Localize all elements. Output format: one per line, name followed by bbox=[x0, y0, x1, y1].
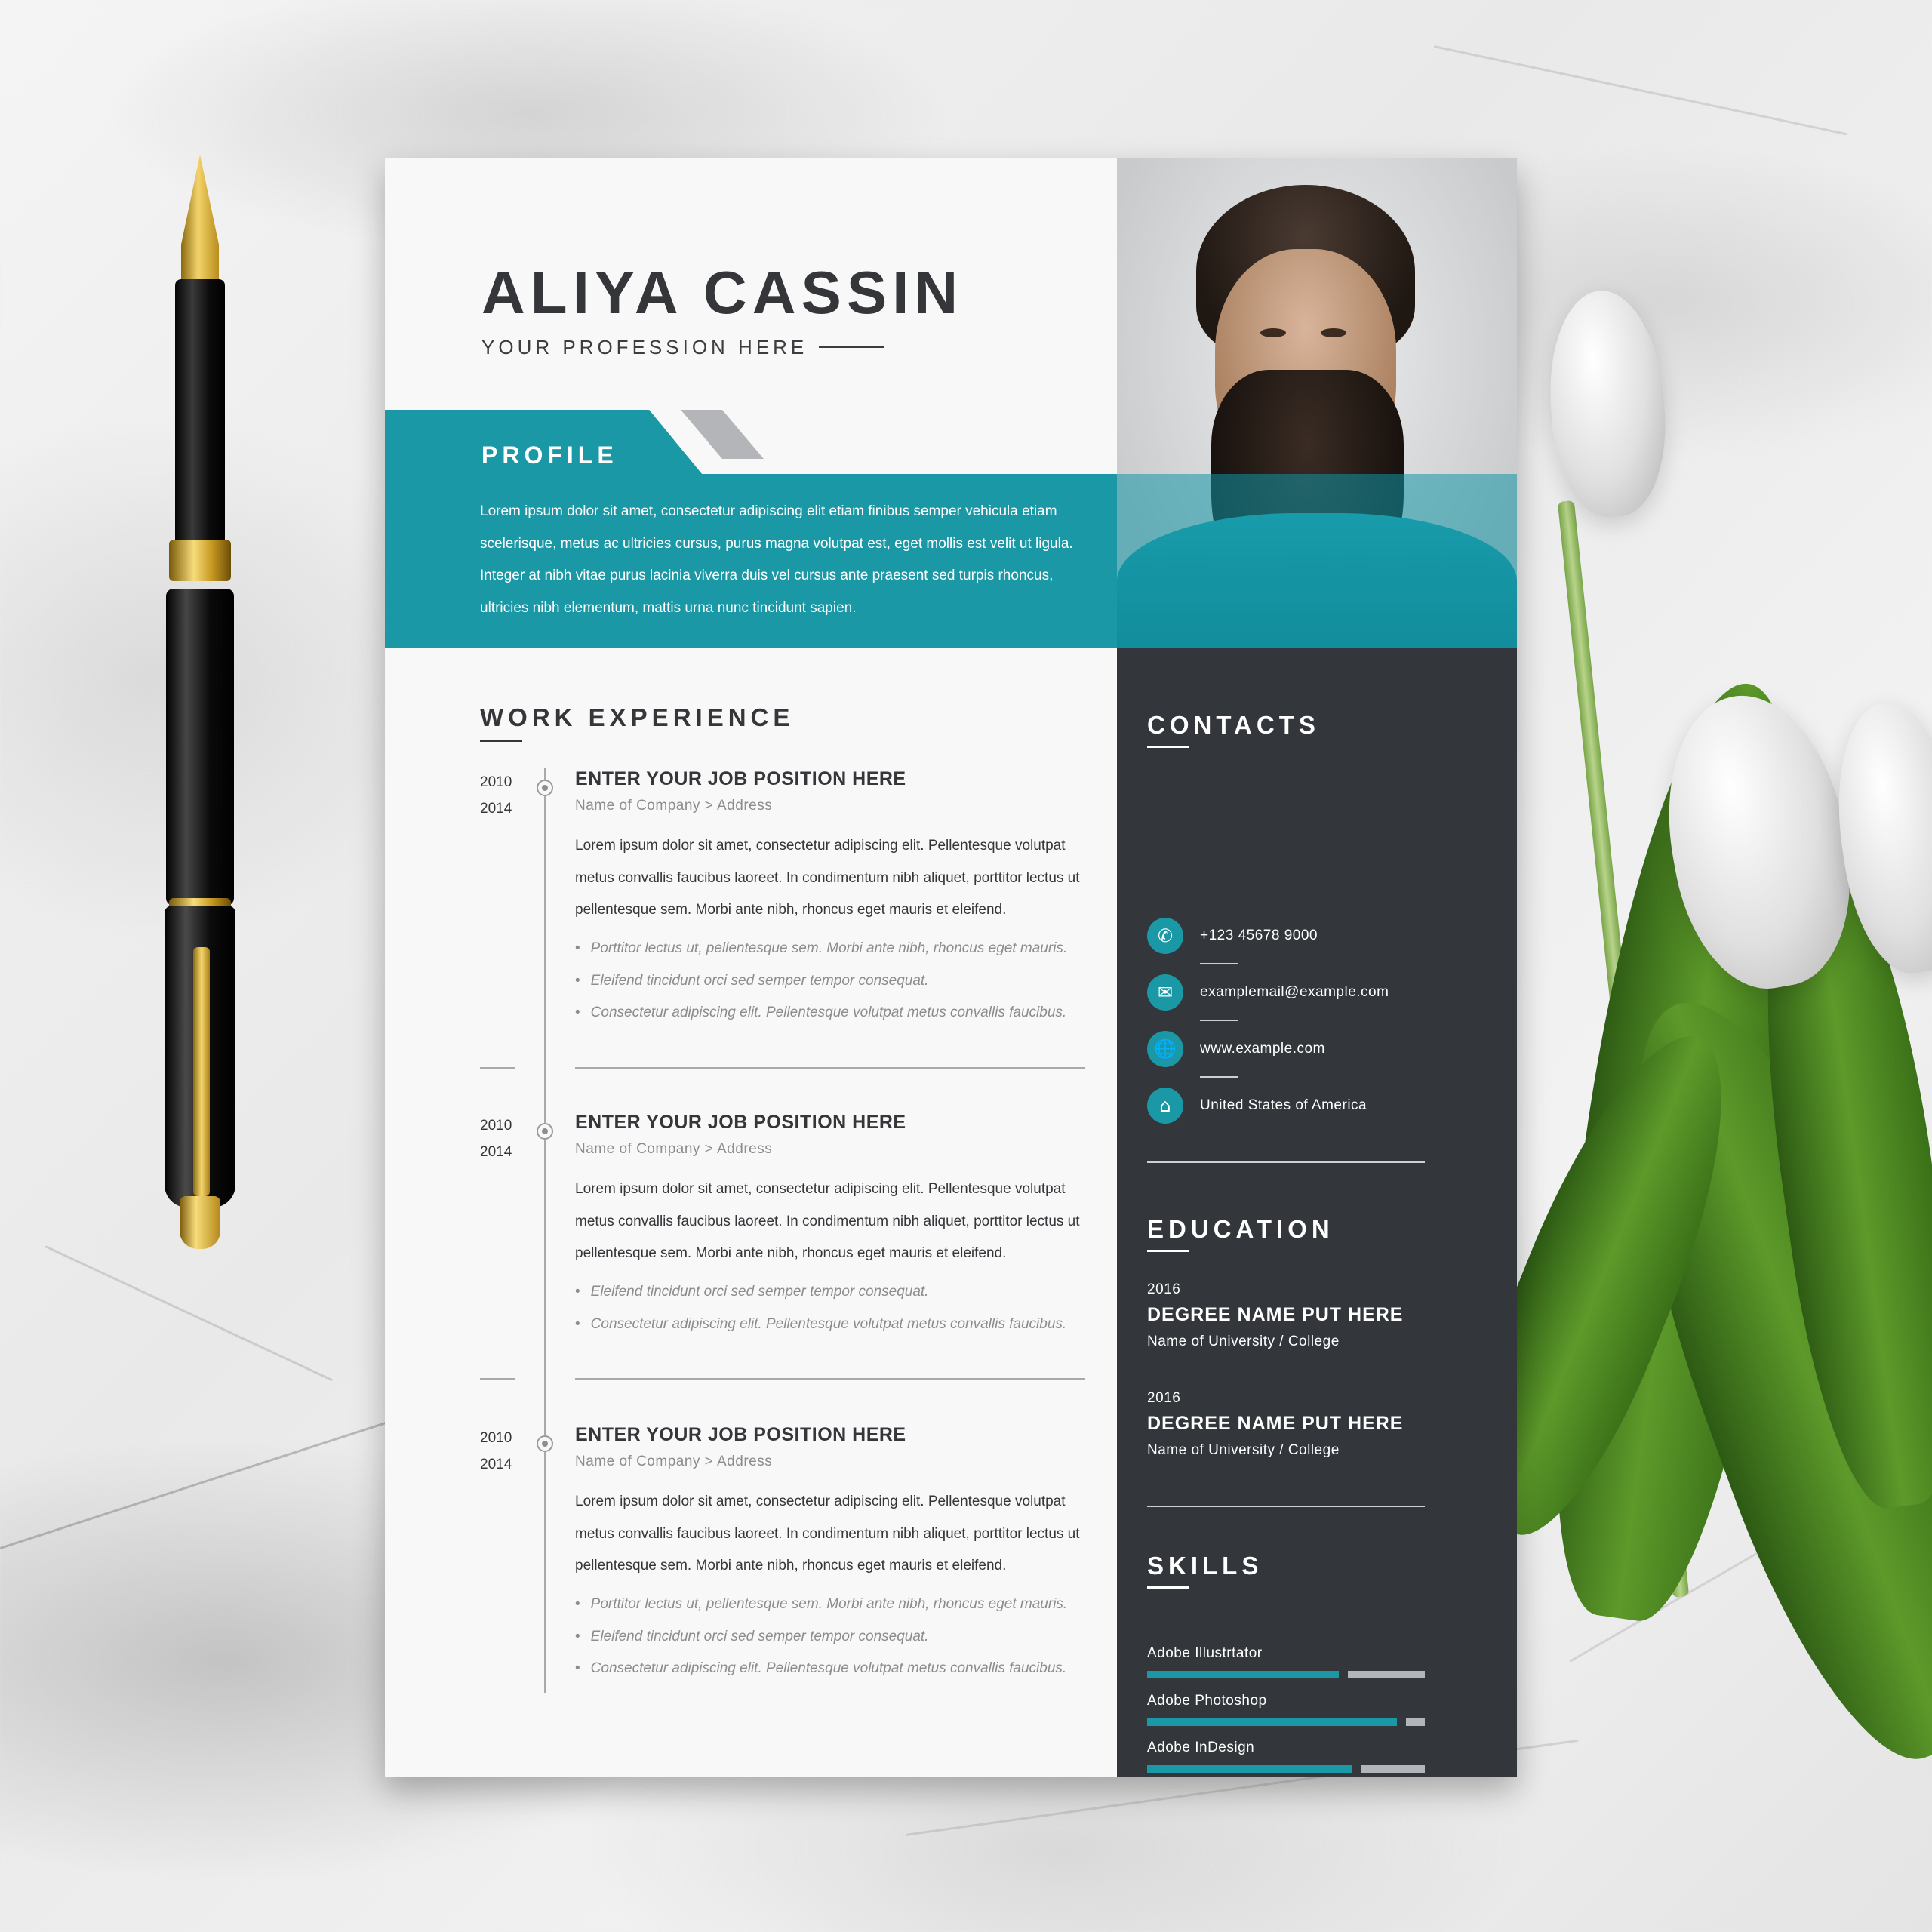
job-year-end: 2014 bbox=[480, 1457, 512, 1472]
skill-level-fill bbox=[1147, 1671, 1339, 1678]
job-bullet: Consectetur adipiscing elit. Pellentesqu… bbox=[575, 997, 1067, 1029]
person-name: ALIYA CASSIN bbox=[481, 259, 964, 326]
job-position: ENTER YOUR JOB POSITION HERE bbox=[575, 1112, 906, 1133]
contacts-heading: CONTACTS bbox=[1147, 711, 1320, 739]
phone-text: +123 45678 9000 bbox=[1200, 928, 1318, 943]
job-year-end: 2014 bbox=[480, 801, 512, 817]
job-description: Lorem ipsum dolor sit amet, consectetur … bbox=[575, 1494, 1080, 1574]
job-year-start: 2010 bbox=[480, 1118, 512, 1134]
profile-text: Lorem ipsum dolor sit amet, consectetur … bbox=[480, 503, 1073, 616]
address-text: United States of America bbox=[1200, 1097, 1367, 1113]
education-entry: 2016 DEGREE NAME PUT HERE Name of Univer… bbox=[1147, 1390, 1403, 1459]
profession-title: YOUR PROFESSION HERE bbox=[481, 336, 808, 358]
divider bbox=[1147, 1506, 1425, 1507]
heading-underline bbox=[1147, 1586, 1189, 1589]
skill-item: Adobe InDesign bbox=[1147, 1740, 1425, 1777]
skills-heading: SKILLS bbox=[1147, 1552, 1263, 1580]
job-bullets: Porttitor lectus ut, pellentesque sem. M… bbox=[575, 1589, 1068, 1685]
job-description: Lorem ipsum dolor sit amet, consectetur … bbox=[575, 838, 1080, 918]
divider bbox=[1200, 1076, 1238, 1078]
job-year-start: 2010 bbox=[480, 1430, 512, 1446]
job-bullet: Porttitor lectus ut, pellentesque sem. M… bbox=[575, 1589, 1068, 1621]
marble-vein bbox=[1433, 45, 1848, 136]
profile-photo bbox=[1117, 158, 1517, 648]
job-company: Name of Company > Address bbox=[575, 1454, 773, 1469]
education-year: 2016 bbox=[1147, 1281, 1181, 1297]
skill-item: Adobe Illustrtator bbox=[1147, 1645, 1425, 1683]
skill-level-rest bbox=[1361, 1765, 1425, 1773]
job-bullets: Porttitor lectus ut, pellentesque sem. M… bbox=[575, 933, 1068, 1029]
globe-icon: 🌐 bbox=[1147, 1031, 1183, 1067]
fountain-pen-image bbox=[158, 155, 242, 1249]
job-company: Name of Company > Address bbox=[575, 798, 773, 814]
job-bullet: Porttitor lectus ut, pellentesque sem. M… bbox=[575, 933, 1068, 965]
timeline-dot bbox=[537, 1123, 553, 1140]
education-year: 2016 bbox=[1147, 1390, 1181, 1406]
job-bullet: Eleifend tincidunt orci sed semper tempo… bbox=[575, 965, 1067, 998]
heading-underline bbox=[1147, 746, 1189, 748]
email-icon: ✉ bbox=[1147, 974, 1183, 1011]
job-year-end: 2014 bbox=[480, 1144, 512, 1160]
skill-level-fill bbox=[1147, 1718, 1397, 1726]
work-experience-heading: WORK EXPERIENCE bbox=[480, 703, 795, 731]
divider bbox=[480, 1378, 515, 1380]
divider bbox=[480, 1067, 515, 1069]
skill-name: Adobe Illustrtator bbox=[1147, 1645, 1263, 1661]
website-text[interactable]: www.example.com bbox=[1200, 1041, 1325, 1057]
divider bbox=[1200, 963, 1238, 964]
job-year-start: 2010 bbox=[480, 774, 512, 790]
job-bullets: Eleifend tincidunt orci sed semper tempo… bbox=[575, 1276, 1067, 1341]
divider bbox=[1200, 1020, 1238, 1021]
job-company: Name of Company > Address bbox=[575, 1141, 773, 1157]
degree-name: DEGREE NAME PUT HERE bbox=[1147, 1413, 1404, 1434]
skill-level-rest bbox=[1406, 1718, 1425, 1726]
email-text[interactable]: examplemail@example.com bbox=[1200, 984, 1389, 1001]
education-entry: 2016 DEGREE NAME PUT HERE Name of Univer… bbox=[1147, 1281, 1403, 1350]
school-name: Name of University / College bbox=[1147, 1334, 1340, 1349]
phone-icon: ✆ bbox=[1147, 918, 1183, 954]
degree-name: DEGREE NAME PUT HERE bbox=[1147, 1304, 1404, 1325]
skill-level-bar bbox=[1147, 1765, 1425, 1773]
job-position: ENTER YOUR JOB POSITION HERE bbox=[575, 768, 906, 789]
job-position: ENTER YOUR JOB POSITION HERE bbox=[575, 1424, 906, 1445]
job-bullet: Eleifend tincidunt orci sed semper tempo… bbox=[575, 1621, 1067, 1654]
skill-level-fill bbox=[1147, 1765, 1352, 1773]
skill-name: Adobe InDesign bbox=[1147, 1740, 1255, 1755]
home-icon: ⌂ bbox=[1147, 1088, 1183, 1124]
divider bbox=[575, 1378, 1085, 1380]
school-name: Name of University / College bbox=[1147, 1442, 1340, 1458]
timeline-line bbox=[544, 768, 546, 1693]
heading-underline bbox=[480, 740, 522, 742]
timeline-dot bbox=[537, 1435, 553, 1452]
timeline-dot bbox=[537, 780, 553, 796]
heading-underline bbox=[1147, 1250, 1189, 1252]
skill-level-rest bbox=[1348, 1671, 1425, 1678]
resume-page: ALIYA CASSIN YOUR PROFESSION HERE PROFIL… bbox=[385, 158, 1517, 1777]
job-bullet: Eleifend tincidunt orci sed semper tempo… bbox=[575, 1276, 1066, 1309]
divider bbox=[1147, 1161, 1425, 1163]
divider bbox=[575, 1067, 1085, 1069]
job-bullet: Consectetur adipiscing elit. Pellentesqu… bbox=[575, 1309, 1067, 1341]
skill-level-bar bbox=[1147, 1718, 1425, 1726]
sidebar-column: CONTACTS ✆ +123 45678 9000 ✉ examplemail… bbox=[1117, 648, 1517, 1777]
divider bbox=[819, 346, 884, 348]
marble-vein bbox=[45, 1245, 334, 1382]
profile-heading: PROFILE bbox=[481, 441, 618, 469]
skill-item: Adobe Photoshop bbox=[1147, 1693, 1425, 1730]
skill-level-bar bbox=[1147, 1671, 1425, 1678]
education-heading: EDUCATION bbox=[1147, 1215, 1334, 1243]
main-column: ALIYA CASSIN YOUR PROFESSION HERE PROFIL… bbox=[385, 158, 1117, 1777]
job-description: Lorem ipsum dolor sit amet, consectetur … bbox=[575, 1181, 1080, 1261]
skill-name: Adobe Photoshop bbox=[1147, 1692, 1267, 1709]
job-bullet: Consectetur adipiscing elit. Pellentesqu… bbox=[575, 1653, 1067, 1685]
